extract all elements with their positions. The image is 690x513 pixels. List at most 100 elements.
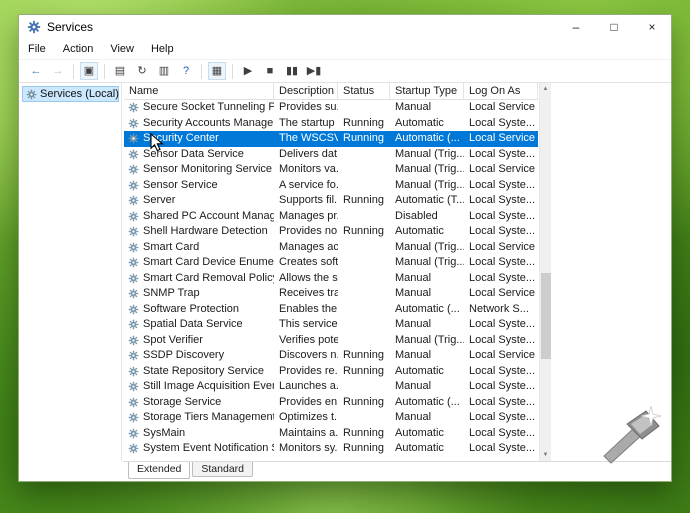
scroll-down-icon[interactable]: ▼ [540, 449, 551, 461]
help-icon[interactable]: ? [177, 62, 195, 80]
service-gear-icon [128, 412, 139, 423]
stop-service-icon[interactable]: ■ [261, 62, 279, 80]
service-row[interactable]: Sensor Data ServiceDelivers dat...Manual… [124, 147, 538, 163]
service-gear-icon [128, 428, 139, 439]
toolbar-separator [73, 64, 74, 79]
service-name: Server [124, 193, 274, 208]
show-console-tree-icon[interactable]: ▣ [80, 62, 98, 80]
service-row[interactable]: Sensor Monitoring ServiceMonitors va...M… [124, 162, 538, 178]
maximize-button[interactable]: □ [595, 15, 633, 39]
console-tree-pane: Services (Local) [19, 83, 122, 461]
service-description: Launches a... [274, 379, 338, 394]
service-startup-type: Manual (Trig... [390, 240, 464, 255]
service-description: Supports fil... [274, 193, 338, 208]
service-description: Monitors va... [274, 162, 338, 177]
back-icon[interactable]: ← [27, 62, 45, 80]
scroll-up-icon[interactable]: ▲ [540, 83, 551, 95]
service-logon-as: Local Syste... [464, 193, 538, 208]
toolbar: ←→ ▣ ▤↻▥? ▦ ▶■▮▮▶▮ [19, 59, 671, 83]
title-bar[interactable]: Services – □ × [19, 15, 671, 39]
service-description: Enables the ... [274, 302, 338, 317]
start-service-icon[interactable]: ▶ [239, 62, 257, 80]
refresh-icon[interactable]: ↻ [133, 62, 151, 80]
tab-standard[interactable]: Standard [192, 462, 253, 477]
column-header-log-on-as[interactable]: Log On As [464, 83, 538, 99]
service-row[interactable]: Shared PC Account ManagerManages pr...Di… [124, 209, 538, 225]
service-logon-as: Local Syste... [464, 317, 538, 332]
service-startup-type: Manual (Trig... [390, 178, 464, 193]
service-gear-icon [128, 304, 139, 315]
service-logon-as: Local Syste... [464, 441, 538, 456]
column-header-name[interactable]: Name [124, 83, 274, 99]
minimize-button[interactable]: – [557, 15, 595, 39]
service-name: State Repository Service [124, 364, 274, 379]
service-logon-as: Local Syste... [464, 271, 538, 286]
service-row[interactable]: Shell Hardware DetectionProvides no...Ru… [124, 224, 538, 240]
service-row[interactable]: Smart CardManages ac...Manual (Trig...Lo… [124, 240, 538, 256]
service-row[interactable]: ServerSupports fil...RunningAutomatic (T… [124, 193, 538, 209]
service-row[interactable]: SysMainMaintains a...RunningAutomaticLoc… [124, 426, 538, 442]
service-row[interactable]: Still Image Acquisition EventsLaunches a… [124, 379, 538, 395]
service-row[interactable]: Smart Card Removal PolicyAllows the s...… [124, 271, 538, 287]
service-row[interactable]: Storage ServiceProvides en...RunningAuto… [124, 395, 538, 411]
service-logon-as: Local Service [464, 240, 538, 255]
menu-view[interactable]: View [110, 43, 134, 55]
service-row[interactable]: Sensor ServiceA service fo...Manual (Tri… [124, 178, 538, 194]
service-startup-type: Automatic (... [390, 302, 464, 317]
service-name: Secure Socket Tunneling Pr... [124, 100, 274, 115]
service-row[interactable]: Software ProtectionEnables the ...Automa… [124, 302, 538, 318]
service-logon-as: Local Syste... [464, 395, 538, 410]
service-logon-as: Local Syste... [464, 410, 538, 425]
service-row[interactable]: Storage Tiers ManagementOptimizes t...Ma… [124, 410, 538, 426]
pause-service-icon[interactable]: ▮▮ [283, 62, 301, 80]
menu-action[interactable]: Action [63, 43, 94, 55]
service-gear-icon [128, 443, 139, 454]
export-list-icon[interactable]: ▥ [155, 62, 173, 80]
scrollbar-thumb[interactable] [541, 273, 551, 359]
service-startup-type: Manual [390, 271, 464, 286]
restart-service-icon[interactable]: ▶▮ [305, 62, 323, 80]
column-header-description[interactable]: Description [274, 83, 338, 99]
column-header-startup-type[interactable]: Startup Type [390, 83, 464, 99]
tree-item-services-local[interactable]: Services (Local) [22, 86, 119, 102]
tab-extended[interactable]: Extended [128, 462, 190, 479]
service-row[interactable]: Spatial Data ServiceThis service ...Manu… [124, 317, 538, 333]
services-list-pane: NameDescriptionStatusStartup TypeLog On … [122, 83, 671, 461]
service-startup-type: Manual (Trig... [390, 147, 464, 162]
column-header-status[interactable]: Status [338, 83, 390, 99]
service-startup-type: Automatic [390, 364, 464, 379]
service-description: Provides su... [274, 100, 338, 115]
service-gear-icon [128, 149, 139, 160]
service-logon-as: Local Syste... [464, 209, 538, 224]
extended-view-icon[interactable]: ▦ [208, 62, 226, 80]
service-status: Running [338, 224, 390, 239]
service-gear-icon [128, 164, 139, 175]
list-header: NameDescriptionStatusStartup TypeLog On … [124, 83, 538, 100]
service-description: Manages pr... [274, 209, 338, 224]
service-row[interactable]: System Event Notification S...Monitors s… [124, 441, 538, 457]
service-startup-type: Manual (Trig... [390, 255, 464, 270]
service-row[interactable]: Spot VerifierVerifies pote...Manual (Tri… [124, 333, 538, 349]
service-row[interactable]: Security Accounts ManagerThe startup ...… [124, 116, 538, 132]
service-row[interactable]: SNMP TrapReceives tra...ManualLocal Serv… [124, 286, 538, 302]
service-row[interactable]: Secure Socket Tunneling Pr...Provides su… [124, 100, 538, 116]
service-startup-type: Automatic [390, 441, 464, 456]
service-gear-icon [128, 133, 139, 144]
close-button[interactable]: × [633, 15, 671, 39]
service-startup-type: Manual [390, 286, 464, 301]
service-status: Running [338, 116, 390, 131]
service-row[interactable]: State Repository ServiceProvides re...Ru… [124, 364, 538, 380]
vertical-scrollbar[interactable]: ▲ ▼ [539, 83, 551, 461]
menu-file[interactable]: File [28, 43, 46, 55]
service-name: SysMain [124, 426, 274, 441]
service-gear-icon [128, 242, 139, 253]
service-name: Smart Card Removal Policy [124, 271, 274, 286]
service-row[interactable]: Smart Card Device Enumera...Creates soft… [124, 255, 538, 271]
properties-icon[interactable]: ▤ [111, 62, 129, 80]
forward-icon[interactable]: → [49, 62, 67, 80]
service-description: Provides re... [274, 364, 338, 379]
service-row[interactable]: Security CenterThe WSCSV...RunningAutoma… [124, 131, 538, 147]
menu-help[interactable]: Help [151, 43, 174, 55]
service-gear-icon [128, 226, 139, 237]
service-row[interactable]: SSDP DiscoveryDiscovers n...RunningManua… [124, 348, 538, 364]
